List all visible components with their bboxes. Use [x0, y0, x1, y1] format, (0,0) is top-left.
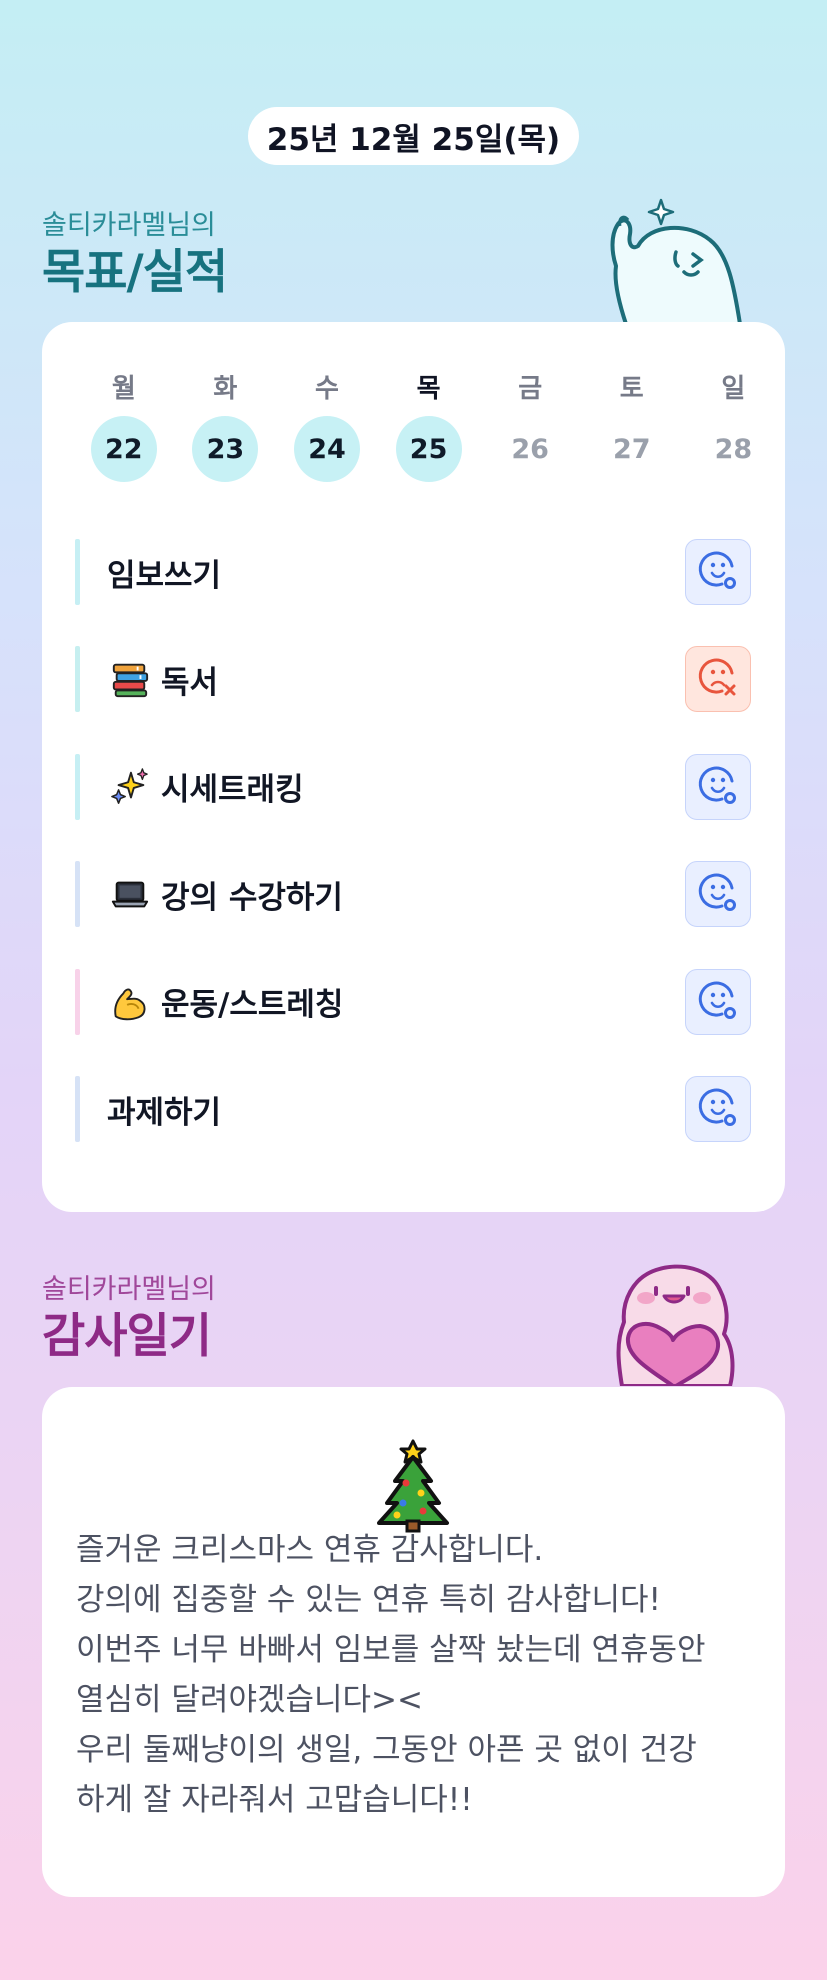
goal-color-bar	[75, 539, 80, 605]
christmas-tree-icon	[377, 1439, 449, 1533]
waving-mascot-illustration	[610, 198, 742, 324]
goal-success-status-button[interactable]	[685, 539, 751, 605]
weekday-label: 토	[619, 374, 644, 404]
sad-face-x-icon	[696, 655, 740, 703]
goal-color-bar	[75, 753, 80, 820]
goal-label: 과제하기	[107, 1094, 222, 1131]
goal-item[interactable]: 독서	[75, 646, 751, 713]
day-number[interactable]: 27	[599, 416, 665, 482]
day-number[interactable]: 23	[192, 416, 259, 482]
weekday-label: 월	[111, 374, 136, 404]
goal-item[interactable]: 운동/스트레칭	[75, 968, 751, 1035]
goal-fail-status-button[interactable]	[685, 646, 751, 713]
goal-success-status-button[interactable]	[685, 861, 751, 928]
day-number[interactable]: 24	[293, 416, 360, 482]
goal-label: 독서	[161, 664, 219, 701]
day-column[interactable]: 화 23	[175, 368, 277, 482]
laptop-icon	[109, 873, 151, 915]
goal-color-bar	[75, 861, 80, 928]
day-column[interactable]: 일 28	[683, 368, 785, 482]
day-number[interactable]: 28	[700, 416, 766, 482]
date-pill[interactable]: 25년 12월 25일(목)	[248, 107, 579, 165]
day-column[interactable]: 수 24	[276, 368, 378, 482]
gratitude-line: 하게 잘 자라줘서 고맙습니다!!	[76, 1782, 473, 1818]
day-column[interactable]: 목 25	[378, 368, 480, 482]
goal-item[interactable]: 임보쓰기	[75, 539, 751, 605]
day-column[interactable]: 월 22	[73, 368, 175, 482]
day-number[interactable]: 25	[395, 416, 462, 482]
weekday-label: 금	[518, 374, 543, 404]
goal-success-status-button[interactable]	[685, 753, 751, 820]
weekday-label: 화	[213, 374, 238, 404]
goals-card: 월 22 화 23 수 24 목 25 금 26 토 27 일 28 임보쓰기독서시세트래킹강의 수강하기…	[42, 322, 785, 1212]
goal-color-bar	[75, 968, 80, 1035]
goal-color-bar	[75, 1076, 80, 1142]
week-strip: 월 22 화 23 수 24 목 25 금 26 토 27 일 28	[73, 368, 786, 482]
weekday-label: 목	[416, 374, 441, 404]
gratitude-text: 즐거운 크리스마스 연휴 감사합니다. 강의에 집중할 수 있는 연휴 특히 감사…	[76, 1525, 766, 1825]
smile-face-check-icon	[696, 763, 740, 811]
goal-label: 강의 수강하기	[161, 879, 343, 916]
smile-face-check-icon	[696, 1085, 740, 1133]
heart-mascot-illustration	[616, 1264, 735, 1386]
day-column[interactable]: 토 27	[581, 368, 683, 482]
goal-label: 운동/스트레칭	[161, 987, 344, 1024]
day-number[interactable]: 26	[497, 416, 563, 482]
goal-item[interactable]: 강의 수강하기	[75, 861, 751, 928]
books-icon	[109, 658, 151, 700]
goals-title: 목표/실적	[42, 245, 228, 300]
goal-success-status-button[interactable]	[685, 968, 751, 1035]
goal-item[interactable]: 과제하기	[75, 1076, 751, 1142]
goal-success-status-button[interactable]	[685, 1076, 751, 1142]
sparkles-icon	[109, 766, 151, 808]
gratitude-line: 이번주 너무 바빠서 임보를 살짝 놨는데 연휴동안	[76, 1632, 706, 1668]
goal-item[interactable]: 시세트래킹	[75, 753, 751, 820]
goal-label: 임보쓰기	[107, 557, 222, 594]
day-column[interactable]: 금 26	[479, 368, 581, 482]
goal-label: 시세트래킹	[161, 772, 304, 809]
gratitude-line: 강의에 집중할 수 있는 연휴 특히 감사합니다!	[76, 1582, 661, 1618]
gratitude-line: 우리 둘째냥이의 생일, 그동안 아픈 곳 없이 건강	[76, 1732, 697, 1768]
goal-color-bar	[75, 646, 80, 713]
gratitude-card: 즐거운 크리스마스 연휴 감사합니다. 강의에 집중할 수 있는 연휴 특히 감사…	[42, 1387, 785, 1897]
smile-face-check-icon	[696, 978, 740, 1026]
gratitude-title: 감사일기	[42, 1309, 212, 1364]
weekday-label: 수	[315, 374, 339, 404]
smile-face-check-icon	[696, 870, 740, 918]
smile-face-check-icon	[696, 548, 740, 596]
gratitude-line: 열심히 달려야겠습니다><	[76, 1682, 424, 1718]
gratitude-line: 즐거운 크리스마스 연휴 감사합니다.	[76, 1532, 544, 1568]
weekday-label: 일	[721, 374, 746, 404]
day-number[interactable]: 22	[90, 416, 157, 482]
flexed-biceps-icon	[109, 981, 151, 1023]
